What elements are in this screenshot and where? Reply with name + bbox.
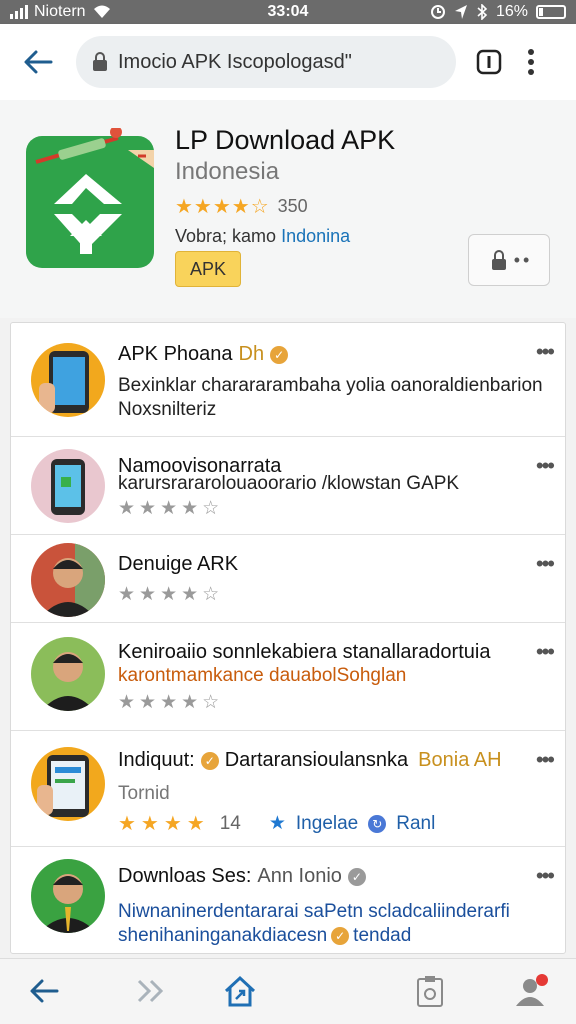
list-item-title: Denuige ARK bbox=[118, 553, 239, 575]
person-avatar bbox=[31, 859, 105, 933]
list-item-title: APK Phoana Dh ✓ bbox=[118, 343, 289, 366]
rating-stars: ★★★★ bbox=[118, 813, 210, 835]
clipboard-icon bbox=[417, 976, 443, 1007]
list-item-desc: karursrararolouaoorario /klowstan GAPK bbox=[118, 473, 460, 494]
more-icon[interactable]: ••• bbox=[536, 747, 555, 773]
meta-link[interactable]: Indonina bbox=[281, 226, 350, 246]
tab-switcher-icon bbox=[476, 49, 502, 75]
more-vert-icon bbox=[528, 49, 534, 75]
list-item-stats: ★★★★ 14 ★ Ingelae ↻ Ranl bbox=[118, 811, 435, 836]
rating-stars: ★★★★☆ bbox=[175, 196, 270, 218]
profile-icon bbox=[516, 974, 548, 1006]
verified-icon: ✓ bbox=[270, 345, 289, 364]
battery-icon bbox=[536, 5, 566, 19]
rating-stars: ★★★★☆ bbox=[118, 498, 224, 519]
more-icon[interactable]: ••• bbox=[536, 339, 555, 365]
signal-icon bbox=[10, 5, 28, 19]
carrier-label: Niotern bbox=[34, 3, 86, 20]
meta-prefix: Vobra; kamo bbox=[175, 226, 277, 246]
home-icon bbox=[224, 975, 256, 1007]
app-title: LP Download APK bbox=[175, 125, 396, 155]
tag-label[interactable]: Ingelae bbox=[296, 813, 358, 835]
app-meta: Vobra; kamo Indonina bbox=[175, 226, 350, 247]
verified-icon: ✓ bbox=[331, 927, 350, 945]
more-icon[interactable]: ••• bbox=[536, 639, 555, 665]
install-button[interactable]: • • bbox=[468, 234, 550, 286]
list-item-desc: Niwnaninerdentararai saPetn scladcaliind… bbox=[118, 901, 510, 922]
more-icon[interactable]: ••• bbox=[536, 863, 555, 889]
phone-avatar bbox=[31, 343, 105, 417]
list-item[interactable]: APK Phoana Dh ✓ Bexinklar charararambaha… bbox=[11, 323, 565, 437]
alarm-icon bbox=[430, 5, 445, 19]
battery-label: 16% bbox=[495, 3, 528, 20]
bluetooth-icon bbox=[477, 4, 488, 20]
nav-back-button[interactable] bbox=[22, 969, 66, 1013]
overflow-menu-button[interactable] bbox=[516, 42, 546, 82]
list-item-desc: Bexinklar charararambaha yolia oanoraldi… bbox=[118, 375, 543, 396]
arrow-left-icon bbox=[30, 979, 59, 1003]
list-item[interactable]: Denuige ARK ★★★★☆ ••• bbox=[11, 535, 565, 623]
verified-icon: ✓ bbox=[347, 867, 366, 886]
refresh-icon: ↻ bbox=[368, 814, 387, 833]
lock-download-icon bbox=[491, 250, 506, 270]
back-button[interactable] bbox=[18, 42, 58, 82]
url-text: Imocio APK Iscopologasd" bbox=[118, 50, 352, 73]
person-avatar bbox=[31, 637, 105, 711]
address-bar[interactable]: Imocio APK Iscopologasd" bbox=[76, 36, 456, 88]
location-icon bbox=[454, 5, 467, 19]
wifi-icon bbox=[93, 5, 110, 18]
nav-downloads-button[interactable] bbox=[408, 969, 452, 1013]
phone-avatar bbox=[31, 449, 105, 523]
more-horiz-icon: • • bbox=[513, 249, 530, 270]
list-item-desc: Tornid bbox=[118, 783, 170, 804]
tag-label[interactable]: Ranl bbox=[396, 813, 435, 835]
app-rating: ★★★★☆ 350 bbox=[175, 194, 308, 219]
app-subtitle: Indonesia bbox=[175, 158, 280, 185]
list-item[interactable]: Downloas Ses: Ann Ionio ✓ Niwnaninerdent… bbox=[11, 847, 565, 953]
rating-count: 350 bbox=[277, 196, 308, 216]
list-item[interactable]: Keniroaiio sonnlekabiera stanallaradortu… bbox=[11, 623, 565, 731]
rating-stars: ★★★★☆ bbox=[118, 692, 224, 713]
browser-toolbar: Imocio APK Iscopologasd" bbox=[0, 24, 576, 100]
list-item-desc: karontmamkance dauabolSohglan bbox=[118, 665, 407, 686]
list-item-title: Downloas Ses: Ann Ionio ✓ bbox=[118, 865, 366, 888]
list-item-sub: Noxsnilteriz bbox=[118, 399, 217, 420]
tabs-button[interactable] bbox=[472, 45, 506, 79]
double-chevron-right-icon bbox=[137, 979, 164, 1003]
status-time: 33:04 bbox=[267, 3, 309, 20]
nav-home-button[interactable] bbox=[218, 969, 262, 1013]
list-item-title: Keniroaiio sonnlekabiera stanallaradortu… bbox=[118, 641, 491, 663]
list-item-title: Indiquut: ✓ Dartaransioulansnka Bonia AH bbox=[118, 749, 502, 771]
list-item[interactable]: Namoovisonarrata karursrararolouaoorario… bbox=[11, 437, 565, 535]
apk-badge: APK bbox=[175, 251, 241, 287]
phone-avatar bbox=[31, 747, 105, 821]
lock-icon bbox=[93, 52, 107, 71]
rating-stars: ★★★★☆ bbox=[118, 584, 224, 605]
verified-icon: ✓ bbox=[200, 751, 219, 770]
more-icon[interactable]: ••• bbox=[536, 551, 555, 577]
star-icon: ★ bbox=[268, 813, 286, 834]
list-item-sub: shenihaninganakdiacesn ✓ tendad bbox=[118, 925, 412, 946]
results-list: APK Phoana Dh ✓ Bexinklar charararambaha… bbox=[10, 322, 566, 954]
arrow-left-icon bbox=[24, 50, 53, 74]
person-avatar bbox=[31, 543, 105, 617]
status-bar: Niotern 33:04 16% bbox=[0, 0, 576, 24]
rating-count: 14 bbox=[219, 812, 241, 834]
nav-profile-button[interactable] bbox=[510, 969, 554, 1013]
bottom-navigation bbox=[0, 958, 576, 1024]
list-item[interactable]: Indiquut: ✓ Dartaransioulansnka Bonia AH… bbox=[11, 731, 565, 847]
more-icon[interactable]: ••• bbox=[536, 453, 555, 479]
nav-forward-button[interactable] bbox=[130, 969, 174, 1013]
app-logo-icon bbox=[24, 126, 156, 270]
